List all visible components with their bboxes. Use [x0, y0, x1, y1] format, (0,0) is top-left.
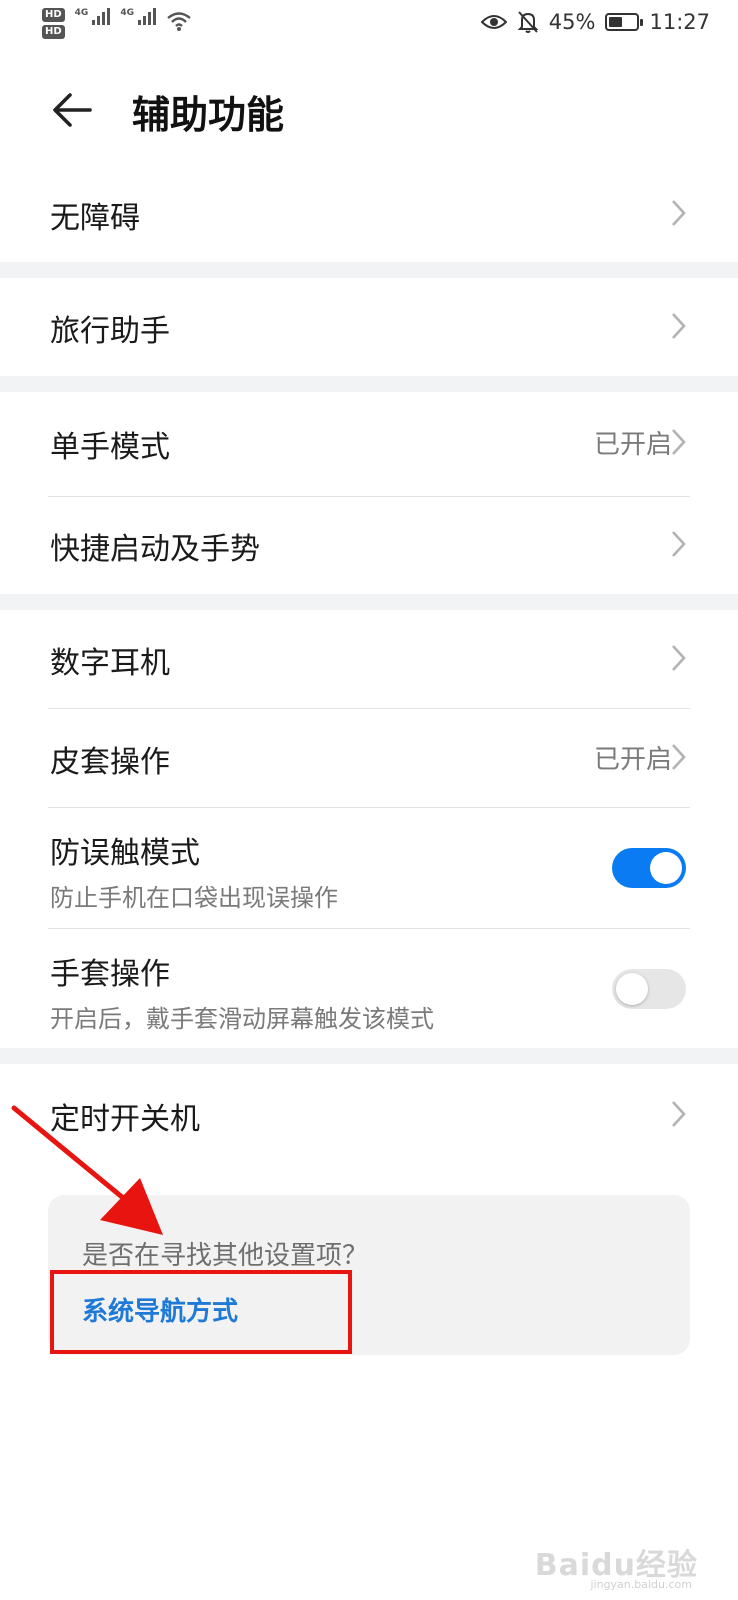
- item-label: 数字耳机: [50, 646, 170, 681]
- status-bar: HD HD 4G 4G 45% 11:27: [0, 0, 738, 52]
- chevron-right-icon: [672, 645, 686, 671]
- bell-muted-icon: [517, 11, 539, 33]
- hd-volte-indicator: HD HD: [42, 8, 65, 39]
- item-label: 无障碍: [50, 201, 140, 236]
- glove-mode-toggle[interactable]: [612, 969, 686, 1009]
- settings-item-glove-mode: 手套操作 开启后，戴手套滑动屏幕触发该模式: [0, 929, 738, 1047]
- item-description: 防止手机在口袋出现误操作: [50, 884, 338, 912]
- item-description: 开启后，戴手套滑动屏幕触发该模式: [50, 1005, 434, 1033]
- signal-icon: 4G: [75, 8, 111, 25]
- item-label: 手套操作: [50, 957, 170, 992]
- item-label: 皮套操作: [50, 745, 170, 780]
- item-status: 已开启: [593, 745, 672, 775]
- item-status: 已开启: [593, 430, 672, 460]
- chevron-right-icon: [672, 531, 686, 557]
- wifi-icon: [167, 12, 191, 31]
- signal-icon: 4G: [120, 8, 156, 25]
- settings-item-digital-headset[interactable]: 数字耳机: [0, 610, 738, 708]
- watermark-url: jingyan.baidu.com: [590, 1578, 692, 1591]
- highlight-box: [50, 1270, 352, 1354]
- chevron-right-icon: [672, 744, 686, 770]
- item-label: 旅行助手: [50, 314, 170, 349]
- item-label: 防误触模式: [50, 836, 200, 871]
- settings-item-quick-launch-gestures[interactable]: 快捷启动及手势: [0, 497, 738, 592]
- pocket-mode-toggle[interactable]: [612, 848, 686, 888]
- app-header: 辅助功能: [0, 70, 738, 150]
- section-gap: [0, 1048, 738, 1064]
- section-gap: [0, 594, 738, 610]
- red-arrow-annotation: [11, 1105, 163, 1235]
- battery-icon: [605, 13, 644, 31]
- chevron-right-icon: [672, 429, 686, 455]
- settings-item-travel-assistant[interactable]: 旅行助手: [0, 278, 738, 373]
- page-title: 辅助功能: [132, 93, 285, 137]
- settings-item-one-hand-mode[interactable]: 单手模式 已开启: [0, 392, 738, 495]
- eye-comfort-icon: [480, 15, 507, 29]
- chevron-right-icon: [672, 313, 686, 339]
- battery-percent: 45%: [548, 10, 596, 34]
- hd2-badge: HD: [42, 25, 65, 39]
- section-gap: [0, 262, 738, 278]
- settings-item-accessibility[interactable]: 无障碍: [0, 165, 738, 260]
- hd1-badge: HD: [42, 8, 65, 22]
- clock: 11:27: [649, 10, 710, 34]
- item-label: 单手模式: [50, 430, 170, 465]
- settings-item-pocket-mode: 防误触模式 防止手机在口袋出现误操作: [0, 808, 738, 928]
- item-label: 快捷启动及手势: [50, 532, 260, 567]
- section-gap: [0, 376, 738, 392]
- back-arrow-icon[interactable]: [50, 88, 94, 132]
- settings-item-cover-operation[interactable]: 皮套操作 已开启: [0, 709, 738, 807]
- chevron-right-icon: [672, 1101, 686, 1127]
- chevron-right-icon: [672, 200, 686, 226]
